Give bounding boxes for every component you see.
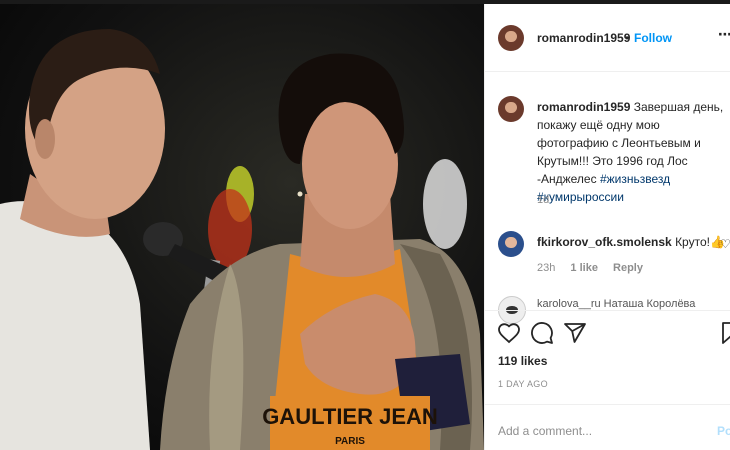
photo-illustration: GAULTIER JEAN PARIS	[0, 29, 484, 450]
comment-like-heart-icon[interactable]: ♡	[720, 237, 730, 251]
post-photo[interactable]: GAULTIER JEAN PARIS	[0, 4, 484, 450]
post-caption: romanrodin1959 Завершая день, покажу ещё…	[537, 98, 727, 206]
left-man-shirt	[0, 201, 150, 450]
divider	[485, 310, 730, 311]
partial-comment: karolova__ru Наташа Королёва	[537, 298, 696, 310]
more-horizontal-icon[interactable]: ⋯	[718, 26, 730, 43]
heart-icon[interactable]	[497, 321, 521, 345]
comment: fkirkorov_ofk.smolensk Круто!👍	[537, 235, 725, 249]
add-comment-input[interactable]: Add a comment...	[498, 424, 592, 438]
post-header: romanrodin1959 • Follow ⋯	[485, 4, 730, 72]
post-comment-button[interactable]: Po	[717, 424, 730, 438]
shirt-print-text: GAULTIER JEAN	[262, 404, 438, 429]
commenter-avatar[interactable]	[498, 231, 524, 257]
shirt-print-subtext: PARIS	[335, 436, 365, 447]
earring	[297, 191, 303, 197]
header-separator: •	[625, 31, 630, 45]
author-username[interactable]: romanrodin1959	[537, 31, 630, 45]
commenter-username[interactable]: fkirkorov_ofk.smolensk	[537, 235, 672, 249]
post-sidebar: romanrodin1959 • Follow ⋯ romanrodin1959…	[484, 4, 730, 450]
bookmark-icon[interactable]	[721, 321, 730, 345]
hashtag-link[interactable]: #жизньзвезд	[600, 172, 670, 186]
left-man-ear	[35, 119, 55, 159]
comment-time[interactable]: 23h	[537, 262, 555, 274]
share-icon[interactable]	[563, 321, 587, 345]
likes-count[interactable]: 119 likes	[498, 354, 547, 368]
author-avatar[interactable]	[498, 25, 524, 51]
bg-figure-white	[423, 159, 467, 249]
follow-button[interactable]: Follow	[634, 31, 672, 45]
caption-time[interactable]: 1d	[537, 194, 549, 206]
posted-ago[interactable]: 1 DAY AGO	[498, 379, 548, 389]
comment-icon[interactable]	[530, 321, 554, 345]
hashtag-link[interactable]: #кумирыроссии	[537, 190, 624, 204]
caption-avatar[interactable]	[498, 96, 524, 122]
divider	[485, 404, 730, 405]
comment-meta: 23h 1 like Reply	[537, 262, 655, 274]
comment-text: Круто!👍	[675, 235, 725, 249]
comment-likes[interactable]: 1 like	[570, 262, 598, 274]
comment-reply-button[interactable]: Reply	[613, 262, 643, 274]
caption-username[interactable]: romanrodin1959	[537, 100, 630, 114]
